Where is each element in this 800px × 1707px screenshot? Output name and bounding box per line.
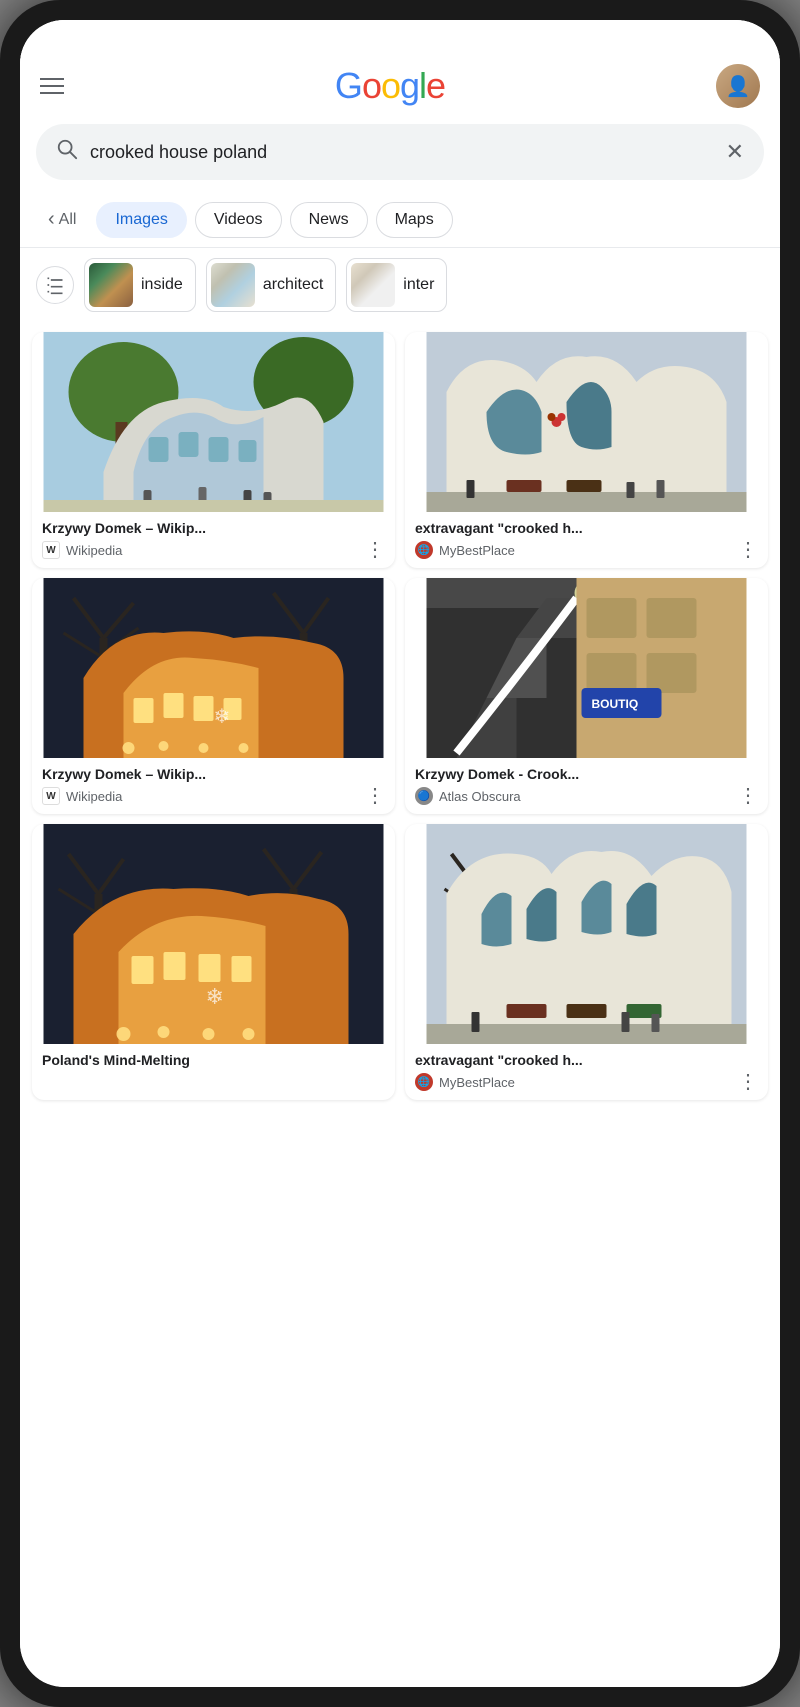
- filter-chip-architect[interactable]: architect: [206, 258, 336, 312]
- hamburger-menu-button[interactable]: [40, 78, 64, 94]
- source-name-4: Atlas Obscura: [439, 789, 521, 804]
- source-favicon-2: 🌐: [415, 541, 433, 559]
- result-card-4[interactable]: BOUTIQ Krzywy Domek - Crook... 🔵 Atlas O…: [405, 578, 768, 814]
- filter-chip-inside[interactable]: inside: [84, 258, 196, 312]
- source-name-3: Wikipedia: [66, 789, 122, 804]
- header: G o o g l e 👤: [20, 56, 780, 120]
- avatar[interactable]: 👤: [716, 64, 760, 108]
- card-info-4: Krzywy Domek - Crook... 🔵 Atlas Obscura …: [405, 758, 768, 814]
- chip-label-inside: inside: [141, 276, 183, 294]
- screen-content[interactable]: G o o g l e 👤: [20, 20, 780, 1687]
- phone-screen: G o o g l e 👤: [20, 20, 780, 1687]
- logo-o1: o: [362, 65, 381, 107]
- card-title-1: Krzywy Domek – Wikip...: [42, 520, 385, 536]
- source-favicon-3: W: [42, 787, 60, 805]
- source-left-2: 🌐 MyBestPlace: [415, 541, 515, 559]
- result-card-1[interactable]: Krzywy Domek – Wikip... W Wikipedia ⋮: [32, 332, 395, 568]
- more-options-4[interactable]: ⋮: [738, 786, 758, 806]
- source-name-1: Wikipedia: [66, 543, 122, 558]
- source-left-4: 🔵 Atlas Obscura: [415, 787, 521, 805]
- phone-frame: G o o g l e 👤: [0, 0, 800, 1707]
- filter-chip-inter[interactable]: inter: [346, 258, 447, 312]
- tab-videos-label: Videos: [214, 211, 263, 228]
- logo-g2: g: [400, 65, 419, 107]
- source-name-2: MyBestPlace: [439, 543, 515, 558]
- source-left-3: W Wikipedia: [42, 787, 122, 805]
- search-icon: [56, 138, 78, 166]
- logo-g: G: [335, 65, 362, 107]
- tab-maps-label: Maps: [395, 211, 434, 228]
- tab-images-label: Images: [115, 211, 167, 228]
- tab-all-label: All: [59, 211, 77, 229]
- card-info-6: extravagant "crooked h... 🌐 MyBestPlace …: [405, 1044, 768, 1100]
- card-source-6: 🌐 MyBestPlace ⋮: [415, 1072, 758, 1092]
- card-title-3: Krzywy Domek – Wikip...: [42, 766, 385, 782]
- logo-o2: o: [381, 65, 400, 107]
- result-image-6: [405, 824, 768, 1044]
- more-options-2[interactable]: ⋮: [738, 540, 758, 560]
- source-favicon-1: W: [42, 541, 60, 559]
- status-bar: [20, 20, 780, 56]
- tab-news-label: News: [309, 211, 349, 228]
- result-card-3[interactable]: ❄ Krzywy Domek – Wikip... W Wikipedia ⋮: [32, 578, 395, 814]
- tab-maps[interactable]: Maps: [376, 202, 453, 238]
- source-favicon-6: 🌐: [415, 1073, 433, 1091]
- chip-thumb-architect: [211, 263, 255, 307]
- tab-videos[interactable]: Videos: [195, 202, 282, 238]
- result-image-3: ❄: [32, 578, 395, 758]
- tab-bar: ‹ All Images Videos News Maps: [20, 192, 780, 248]
- card-source-2: 🌐 MyBestPlace ⋮: [415, 540, 758, 560]
- svg-text:BOUTIQ: BOUTIQ: [592, 697, 639, 711]
- search-query-text: crooked house poland: [90, 142, 714, 163]
- avatar-image: 👤: [716, 64, 760, 108]
- tab-news[interactable]: News: [290, 202, 368, 238]
- result-card-6[interactable]: extravagant "crooked h... 🌐 MyBestPlace …: [405, 824, 768, 1100]
- svg-text:❄: ❄: [206, 984, 224, 1009]
- card-source-1: W Wikipedia ⋮: [42, 540, 385, 560]
- more-options-6[interactable]: ⋮: [738, 1072, 758, 1092]
- filter-row: inside architect inter: [20, 248, 780, 322]
- search-bar[interactable]: crooked house poland ✕: [36, 124, 764, 180]
- filter-tune-button[interactable]: [36, 266, 74, 304]
- chip-label-architect: architect: [263, 276, 323, 294]
- image-grid: Krzywy Domek – Wikip... W Wikipedia ⋮: [20, 322, 780, 1110]
- result-image-5: ❄: [32, 824, 395, 1044]
- card-title-2: extravagant "crooked h...: [415, 520, 758, 536]
- source-left-6: 🌐 MyBestPlace: [415, 1073, 515, 1091]
- svg-text:❄: ❄: [214, 706, 231, 728]
- chip-thumb-inter: [351, 263, 395, 307]
- search-bar-wrapper: crooked house poland ✕: [20, 120, 780, 192]
- chevron-left-icon: ‹: [48, 208, 55, 231]
- card-title-5: Poland's Mind-Melting: [42, 1052, 385, 1068]
- result-card-5[interactable]: ❄ Poland's Mind-Melting: [32, 824, 395, 1100]
- card-info-5: Poland's Mind-Melting: [32, 1044, 395, 1080]
- card-info-1: Krzywy Domek – Wikip... W Wikipedia ⋮: [32, 512, 395, 568]
- source-name-6: MyBestPlace: [439, 1075, 515, 1090]
- tab-images[interactable]: Images: [96, 202, 186, 238]
- result-image-4: BOUTIQ: [405, 578, 768, 758]
- source-left-1: W Wikipedia: [42, 541, 122, 559]
- clear-search-button[interactable]: ✕: [726, 139, 744, 165]
- more-options-3[interactable]: ⋮: [365, 786, 385, 806]
- tab-all[interactable]: ‹ All: [36, 200, 88, 239]
- card-title-6: extravagant "crooked h...: [415, 1052, 758, 1068]
- chip-thumb-inside: [89, 263, 133, 307]
- card-info-2: extravagant "crooked h... 🌐 MyBestPlace …: [405, 512, 768, 568]
- card-info-3: Krzywy Domek – Wikip... W Wikipedia ⋮: [32, 758, 395, 814]
- chip-label-inter: inter: [403, 276, 434, 294]
- logo-e: e: [426, 65, 445, 107]
- result-image-2: [405, 332, 768, 512]
- source-favicon-4: 🔵: [415, 787, 433, 805]
- card-title-4: Krzywy Domek - Crook...: [415, 766, 758, 782]
- card-source-3: W Wikipedia ⋮: [42, 786, 385, 806]
- logo-l: l: [419, 65, 426, 107]
- google-logo: G o o g l e: [335, 65, 445, 107]
- result-card-2[interactable]: extravagant "crooked h... 🌐 MyBestPlace …: [405, 332, 768, 568]
- more-options-1[interactable]: ⋮: [365, 540, 385, 560]
- result-image-1: [32, 332, 395, 512]
- card-source-4: 🔵 Atlas Obscura ⋮: [415, 786, 758, 806]
